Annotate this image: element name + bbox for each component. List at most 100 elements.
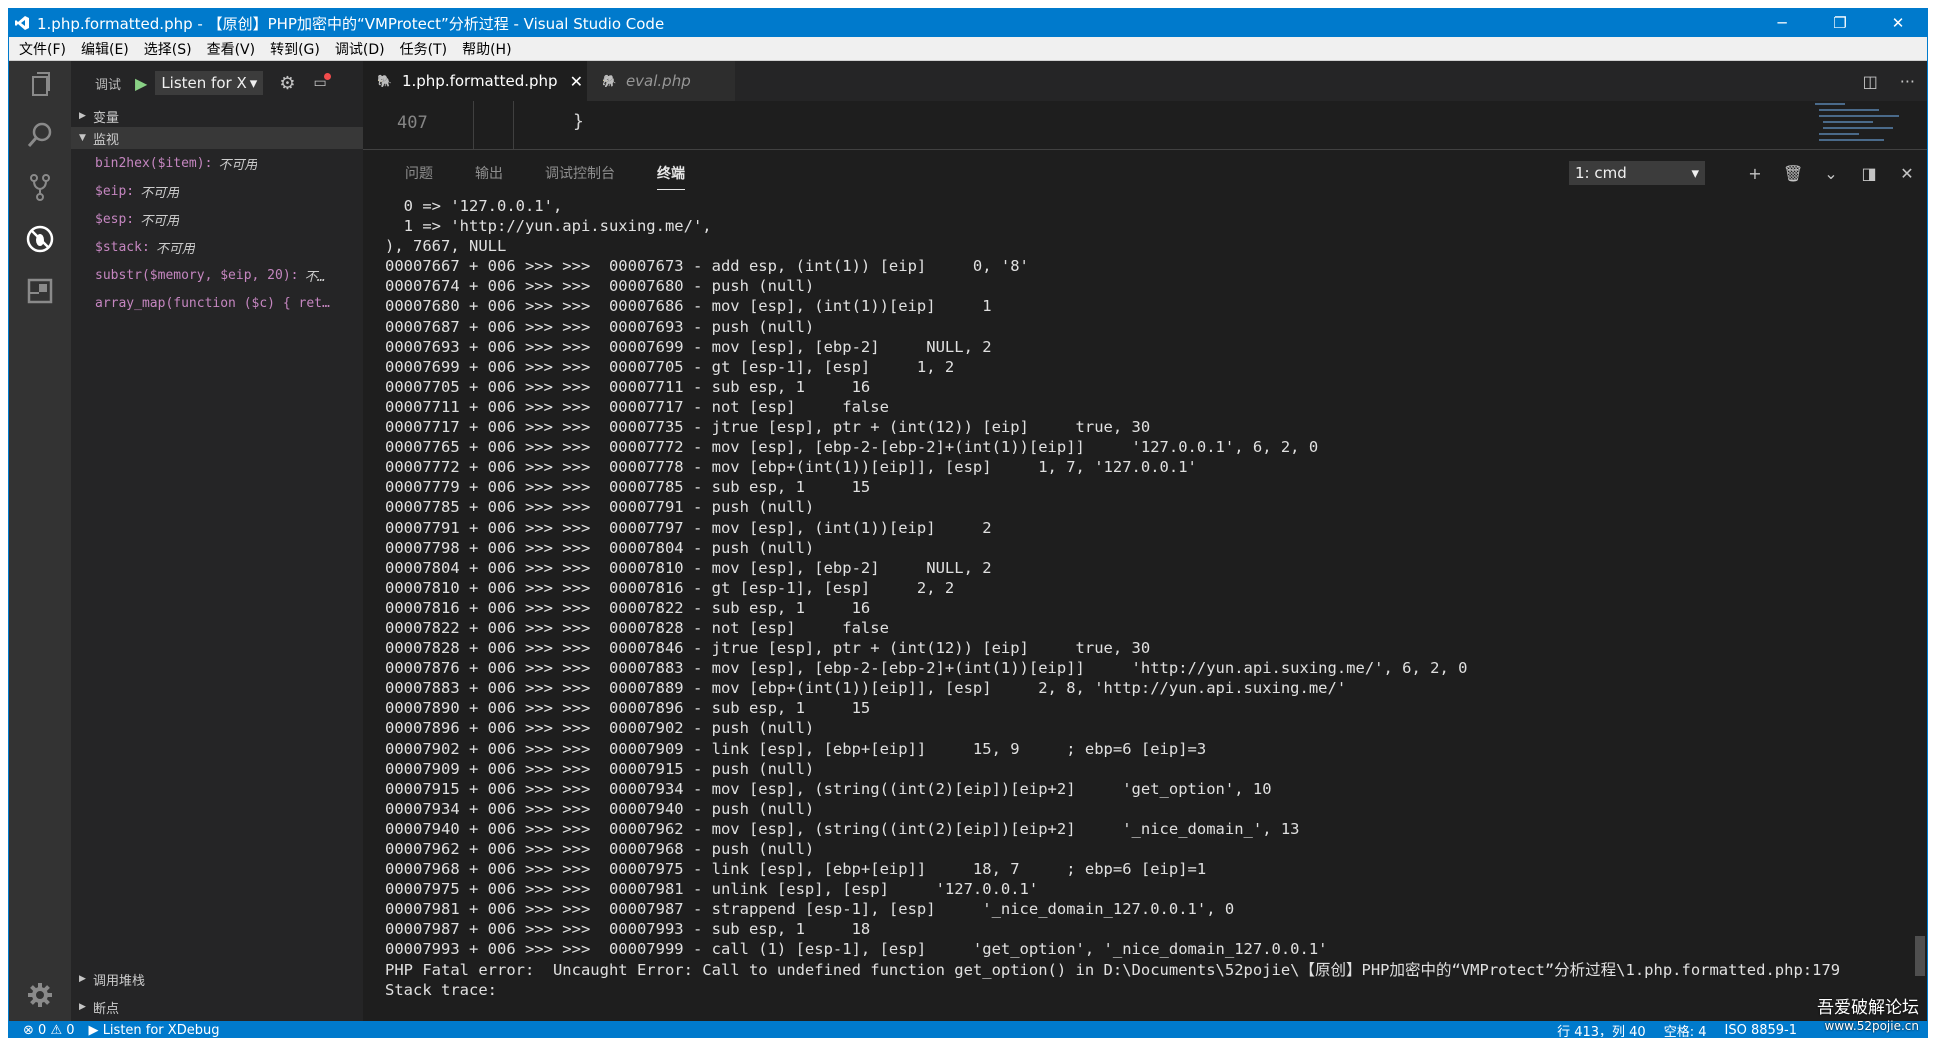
chevron-right-icon: ▶	[79, 1002, 86, 1012]
terminal-line: PHP Fatal error: Uncaught Error: Call to…	[385, 960, 1841, 979]
watch-item[interactable]: $stack: 不可用	[71, 233, 363, 261]
watch-expression: substr($memory, $eip, 20):	[95, 267, 299, 283]
terminal-line: 00007791 + 006 >>> >>> 00007797 - mov [e…	[385, 518, 992, 537]
status-dot	[323, 73, 331, 80]
watch-section-header[interactable]: ▼ 监视	[71, 127, 363, 149]
close-button[interactable]: ✕	[1869, 9, 1927, 37]
split-editor-icon[interactable]: ◫	[1863, 72, 1878, 91]
minimap-line	[1819, 115, 1899, 117]
extensions-icon[interactable]	[24, 275, 56, 307]
terminal-line: 00007693 + 006 >>> >>> 00007699 - mov [e…	[385, 337, 992, 356]
files-icon[interactable]	[24, 69, 56, 101]
debug-config-status-label: Listen for XDebug	[102, 1022, 220, 1038]
editor-actions: ◫ ···	[1841, 61, 1915, 101]
activity-bar	[9, 61, 71, 1021]
tab-problems[interactable]: 问题	[405, 157, 433, 189]
menu-edit[interactable]: 编辑(E)	[75, 39, 135, 59]
tab-label: 1.php.formatted.php	[401, 72, 558, 90]
close-panel-icon[interactable]: ✕	[1897, 164, 1917, 183]
restore-button[interactable]: ❐	[1811, 9, 1869, 37]
debug-console-icon[interactable]: ▭	[313, 73, 331, 91]
cursor-position[interactable]: 行 413，列 40	[1557, 1021, 1646, 1038]
terminal-line: Stack trace:	[385, 980, 497, 999]
terminal-line: 00007940 + 006 >>> >>> 00007962 - mov [e…	[385, 819, 1300, 838]
debug-icon[interactable]	[24, 223, 56, 255]
terminal-line: 00007987 + 006 >>> >>> 00007993 - sub es…	[385, 920, 871, 939]
minimap-line	[1819, 139, 1884, 141]
chevron-down-icon[interactable]: ⌄	[1821, 164, 1841, 183]
terminal-line: 00007667 + 006 >>> >>> 00007673 - add es…	[385, 257, 1029, 276]
terminal-line: 00007968 + 006 >>> >>> 00007975 - link […	[385, 860, 1207, 879]
panel-actions: 1: cmd ▾ + 🗑 ⌄ ◨ ✕	[1569, 150, 1917, 196]
new-terminal-icon[interactable]: +	[1745, 164, 1765, 183]
more-actions-icon[interactable]: ···	[1900, 72, 1915, 91]
watch-item[interactable]: bin2hex($item): 不可用	[71, 149, 363, 177]
watch-value: 不可用	[218, 157, 258, 173]
debug-config-status[interactable]: ▶ Listen for XDebug	[89, 1023, 220, 1038]
maximize-panel-icon[interactable]: ◨	[1859, 164, 1879, 183]
watch-expression: $stack:	[95, 239, 150, 255]
terminal-line: 00007717 + 006 >>> >>> 00007735 - jtrue …	[385, 418, 1151, 437]
minimap-line	[1819, 109, 1879, 111]
terminal-line: 00007816 + 006 >>> >>> 00007822 - sub es…	[385, 598, 871, 617]
indentation-status[interactable]: 空格: 4	[1664, 1021, 1707, 1038]
watermark: 吾爱破解论坛 www.52pojie.cn	[1817, 999, 1919, 1035]
variables-section-header[interactable]: ▶ 变量	[71, 105, 363, 127]
chevron-down-icon: ▾	[1691, 164, 1699, 182]
watch-item[interactable]: substr($memory, $eip, 20): 不…	[71, 261, 363, 289]
watch-item[interactable]: $esp: 不可用	[71, 205, 363, 233]
tab-1-php-formatted[interactable]: 🐘 1.php.formatted.php ✕	[363, 61, 587, 101]
terminal-scrollbar[interactable]	[1915, 936, 1925, 976]
terminal-output[interactable]: 0 => '127.0.0.1', 1 => 'http://yun.api.s…	[385, 196, 1915, 1021]
tab-debug-console[interactable]: 调试控制台	[545, 157, 615, 189]
trash-icon[interactable]: 🗑	[1783, 164, 1803, 183]
vscode-logo-icon	[15, 16, 29, 30]
debug-settings-gear-icon[interactable]: ⚙	[279, 73, 295, 94]
watch-expression: array_map(function ($c) { ret…	[95, 295, 330, 311]
callstack-section-header[interactable]: ▶ 调用堆栈	[71, 965, 363, 993]
minimap-line	[1815, 103, 1845, 105]
tab-eval-php[interactable]: 🐘 eval.php	[587, 61, 735, 101]
code-line: }	[573, 111, 584, 132]
tab-output[interactable]: 输出	[475, 157, 503, 189]
menu-view[interactable]: 查看(V)	[201, 39, 262, 59]
start-debugging-icon[interactable]: ▶	[135, 74, 147, 93]
terminal-line: 00007680 + 006 >>> >>> 00007686 - mov [e…	[385, 297, 992, 316]
debug-config-label: Listen for X	[161, 74, 247, 92]
debug-title: 调试	[95, 77, 122, 93]
search-icon[interactable]	[24, 119, 56, 151]
tab-label: eval.php	[625, 72, 691, 90]
panel-header: 问题 输出 调试控制台 终端 1: cmd ▾ + 🗑 ⌄ ◨ ✕	[363, 150, 1927, 196]
chevron-down-icon: ▾	[249, 74, 258, 92]
terminal-select[interactable]: 1: cmd ▾	[1569, 161, 1705, 185]
line-number: 407	[397, 113, 428, 133]
minimap-line	[1819, 133, 1859, 135]
source-control-icon[interactable]	[24, 171, 56, 203]
menu-help[interactable]: 帮助(H)	[456, 39, 517, 59]
menu-file[interactable]: 文件(F)	[13, 39, 72, 59]
gear-icon[interactable]	[24, 979, 56, 1011]
menu-debug[interactable]: 调试(D)	[329, 39, 391, 59]
tab-terminal[interactable]: 终端	[657, 157, 685, 190]
problems-status[interactable]: ⊗ 0 ⚠ 0	[23, 1023, 75, 1038]
terminal-line: 00007915 + 006 >>> >>> 00007934 - mov [e…	[385, 779, 1272, 798]
code-editor[interactable]: 407 }	[363, 101, 1927, 149]
menu-goto[interactable]: 转到(G)	[264, 39, 326, 59]
breakpoints-section-header[interactable]: ▶ 断点	[71, 993, 363, 1021]
watch-item[interactable]: array_map(function ($c) { ret…	[71, 289, 363, 317]
minimap[interactable]	[1815, 101, 1915, 149]
close-icon[interactable]: ✕	[570, 72, 583, 91]
terminal-line: 00007785 + 006 >>> >>> 00007791 - push (…	[385, 498, 815, 517]
watch-label: 监视	[93, 132, 120, 148]
menu-tasks[interactable]: 任务(T)	[394, 39, 453, 59]
error-count: 0	[38, 1022, 47, 1038]
warning-count: 0	[66, 1022, 75, 1038]
encoding-status[interactable]: ISO 8859-1	[1725, 1023, 1798, 1038]
menu-bar: 文件(F) 编辑(E) 选择(S) 查看(V) 转到(G) 调试(D) 任务(T…	[9, 37, 1927, 61]
watch-item[interactable]: $eip: 不可用	[71, 177, 363, 205]
debug-config-select[interactable]: Listen for X ▾	[155, 71, 264, 95]
menu-selection[interactable]: 选择(S)	[138, 39, 198, 59]
variables-label: 变量	[93, 110, 120, 126]
minimize-button[interactable]: ─	[1753, 9, 1811, 37]
terminal-line: 00007772 + 006 >>> >>> 00007778 - mov [e…	[385, 458, 1197, 477]
